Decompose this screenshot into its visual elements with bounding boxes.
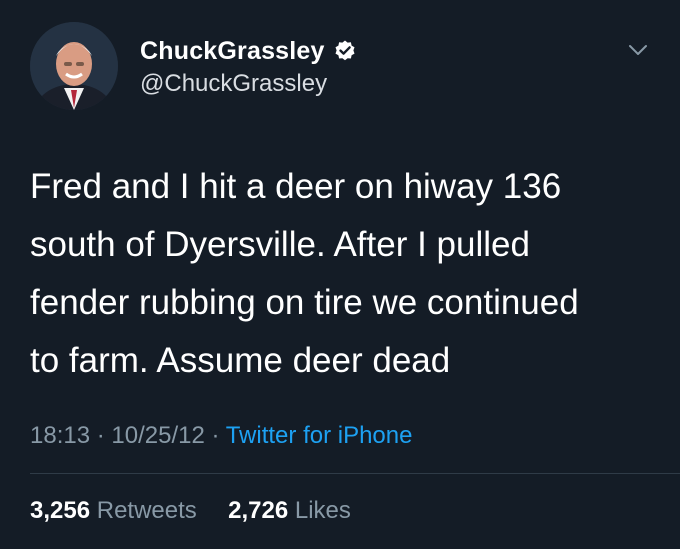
tweet-stats: 3,256 Retweets 2,726 Likes <box>30 497 351 525</box>
tweet-time[interactable]: 18:13 <box>30 422 90 449</box>
tweet-date[interactable]: 10/25/12 <box>111 422 204 449</box>
display-name[interactable]: ChuckGrassley <box>140 37 325 66</box>
tweet-text-line: fender rubbing on tire we continued <box>30 283 579 322</box>
retweets-stat[interactable]: 3,256 Retweets <box>30 497 203 524</box>
name-row: ChuckGrassley <box>140 34 357 68</box>
user-handle[interactable]: @ChuckGrassley <box>140 70 327 98</box>
retweets-label: Retweets <box>96 497 197 524</box>
tweet-source-link[interactable]: Twitter for iPhone <box>226 422 413 449</box>
likes-stat[interactable]: 2,726 Likes <box>221 497 351 524</box>
retweets-count: 3,256 <box>30 497 91 524</box>
tweet-text-line: south of Dyersville. After I pulled <box>30 225 530 264</box>
chevron-down-icon[interactable] <box>624 36 652 64</box>
divider <box>30 473 680 474</box>
meta-separator: · <box>204 422 226 449</box>
avatar-portrait <box>30 22 118 110</box>
likes-label: Likes <box>294 497 351 524</box>
meta-separator: · <box>90 422 112 449</box>
avatar[interactable] <box>30 22 118 110</box>
tweet-meta: 18:13 · 10/25/12 · Twitter for iPhone <box>30 422 412 450</box>
tweet-card: ChuckGrassley @ChuckGrassley Fred and I … <box>0 0 680 549</box>
tweet-text: Fred and I hit a deer on hiway 136 south… <box>30 158 650 390</box>
tweet-text-line: Fred and I hit a deer on hiway 136 <box>30 167 562 206</box>
tweet-text-line: to farm. Assume deer dead <box>30 341 451 380</box>
verified-badge-icon <box>333 39 357 63</box>
likes-count: 2,726 <box>228 497 289 524</box>
